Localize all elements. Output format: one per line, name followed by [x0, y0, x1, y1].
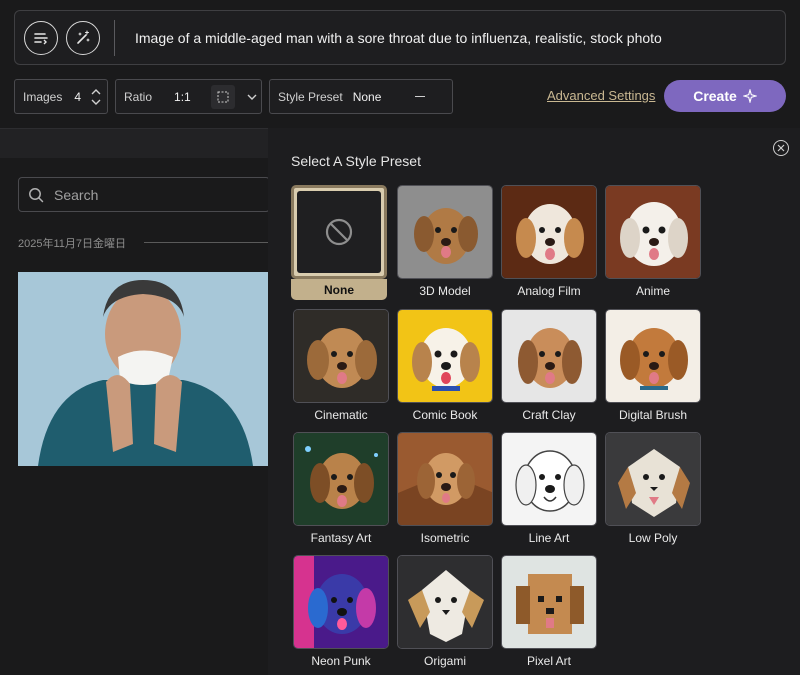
collapse-dash-icon [415, 95, 426, 98]
style-label-anime: Anime [635, 284, 670, 298]
prompt-list-button[interactable] [24, 20, 58, 55]
style-thumb-analog-film [501, 185, 597, 279]
style-tile-pixel-art[interactable]: Pixel Art [501, 555, 597, 668]
style-thumb-cinematic [293, 309, 389, 403]
style-thumb-isometric [397, 432, 493, 526]
close-panel-button[interactable] [773, 140, 789, 156]
style-tile-line-art[interactable]: Line Art [501, 432, 597, 545]
gallery-date-label: 2025年11月7日金曜日 [18, 238, 127, 250]
prompt-list-icon [34, 32, 48, 44]
style-thumb-3d-model [397, 185, 493, 279]
style-tile-digital-brush[interactable]: Digital Brush [605, 309, 701, 422]
ratio-value: 1:1 [174, 89, 191, 104]
aspect-frame-icon [210, 84, 235, 109]
style-tile-3d-model[interactable]: 3D Model [397, 185, 493, 298]
style-label-low-poly: Low Poly [628, 531, 678, 545]
style-preset-label: Style Preset [278, 89, 343, 104]
generated-image-man-sneezing[interactable] [18, 272, 268, 466]
prompt-input[interactable]: Image of a middle-aged man with a sore t… [135, 30, 662, 46]
style-preset-panel: Select A Style Preset None 3D Model Anal… [268, 128, 800, 675]
style-tile-anime[interactable]: Anime [605, 185, 701, 298]
no-style-icon [325, 218, 353, 246]
style-label-fantasy-art: Fantasy Art [310, 531, 372, 545]
style-tile-cinematic[interactable]: Cinematic [293, 309, 389, 422]
chevron-down-icon [247, 94, 257, 100]
magic-prompt-button[interactable] [66, 20, 100, 55]
images-label: Images [23, 89, 63, 104]
images-value: 4 [74, 89, 82, 104]
style-thumb-origami [397, 555, 493, 649]
stepper-arrows-icon[interactable] [91, 87, 101, 107]
prompt-bar: Image of a middle-aged man with a sore t… [14, 10, 786, 65]
search-placeholder: Search [54, 186, 99, 203]
style-label-craft-clay: Craft Clay [522, 408, 576, 422]
advanced-settings-link[interactable]: Advanced Settings [547, 88, 655, 103]
style-preset-value: None [352, 89, 382, 104]
style-tile-neon-punk[interactable]: Neon Punk [293, 555, 389, 668]
style-label-analog-film: Analog Film [517, 284, 581, 298]
style-tile-none[interactable]: None [291, 185, 387, 300]
images-count-stepper[interactable]: Images 4 [14, 79, 108, 114]
ratio-label: Ratio [124, 89, 153, 104]
style-label-comic-book: Comic Book [412, 408, 478, 422]
style-label-digital-brush: Digital Brush [618, 408, 688, 422]
style-tile-isometric[interactable]: Isometric [397, 432, 493, 545]
style-label-none: None [291, 279, 387, 300]
create-label: Create [693, 88, 737, 104]
style-label-isometric: Isometric [420, 531, 470, 545]
style-tile-analog-film[interactable]: Analog Film [501, 185, 597, 298]
style-thumb-anime [605, 185, 701, 279]
style-thumb-low-poly [605, 432, 701, 526]
style-tile-comic-book[interactable]: Comic Book [397, 309, 493, 422]
style-thumb-fantasy-art [293, 432, 389, 526]
style-preset-selector[interactable]: Style Preset None [269, 79, 453, 114]
magic-wand-icon [77, 29, 90, 44]
date-divider [144, 242, 268, 243]
style-label-pixel-art: Pixel Art [526, 654, 571, 668]
style-thumb-digital-brush [605, 309, 701, 403]
style-thumb-pixel-art [501, 555, 597, 649]
sparkle-icon [742, 89, 757, 103]
style-label-cinematic: Cinematic [314, 408, 368, 422]
style-thumb-none [291, 185, 387, 279]
style-label-neon-punk: Neon Punk [311, 654, 371, 668]
style-label-line-art: Line Art [528, 531, 570, 545]
search-icon [29, 187, 44, 202]
style-tile-fantasy-art[interactable]: Fantasy Art [293, 432, 389, 545]
style-tile-origami[interactable]: Origami [397, 555, 493, 668]
toolbar-strip [0, 128, 268, 158]
prompt-divider [114, 19, 115, 56]
style-label-3d-model: 3D Model [419, 284, 471, 298]
style-thumb-line-art [501, 432, 597, 526]
ratio-selector[interactable]: Ratio 1:1 [115, 79, 262, 114]
gallery-search-field[interactable]: Search [18, 177, 270, 212]
style-thumb-craft-clay [501, 309, 597, 403]
close-icon [777, 144, 785, 152]
style-thumb-comic-book [397, 309, 493, 403]
style-label-origami: Origami [423, 654, 466, 668]
style-tile-craft-clay[interactable]: Craft Clay [501, 309, 597, 422]
style-thumb-neon-punk [293, 555, 389, 649]
create-button[interactable]: Create [664, 80, 786, 112]
panel-title: Select A Style Preset [291, 153, 421, 169]
style-tile-low-poly[interactable]: Low Poly [605, 432, 701, 545]
